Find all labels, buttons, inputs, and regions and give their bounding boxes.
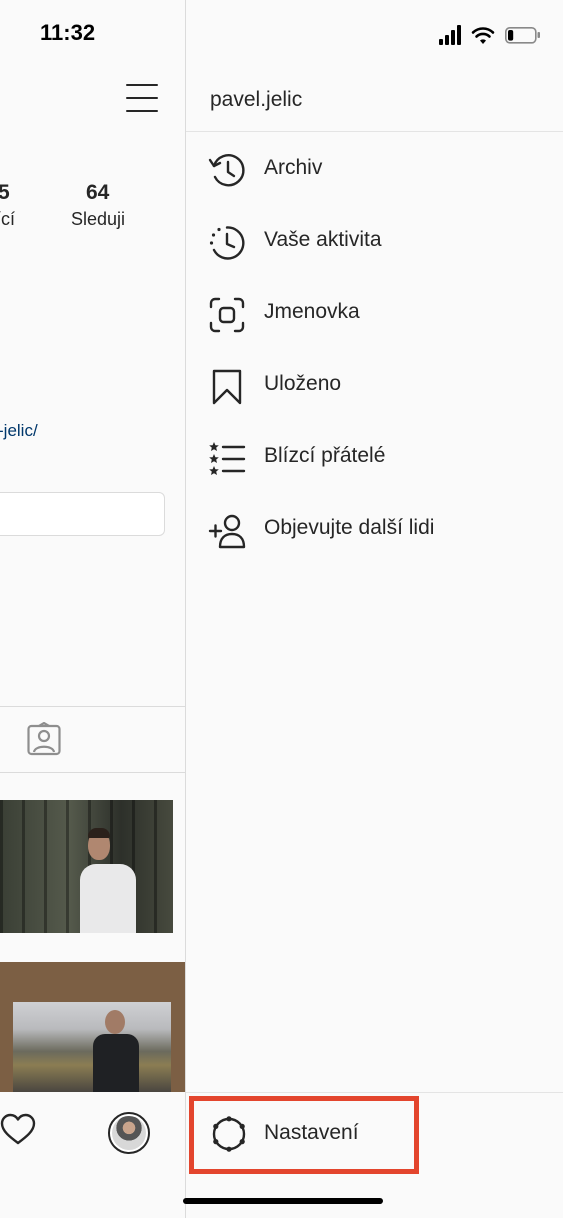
menu-item-label: Uloženo [264, 372, 342, 395]
menu-item-label: Blízcí přátelé [264, 444, 386, 467]
home-indicator [183, 1198, 383, 1204]
gear-icon [212, 1116, 246, 1152]
menu-item-discover-people[interactable]: Objevujte další lidi [186, 500, 563, 556]
profile-link[interactable]: -jelic/ [0, 421, 38, 441]
tabs-divider [0, 706, 185, 707]
tagged-photos-icon[interactable] [27, 722, 61, 756]
following-label[interactable]: Sleduji [71, 209, 125, 230]
bookmark-icon [212, 369, 242, 405]
edit-profile-button[interactable] [0, 492, 165, 536]
menu-item-archive[interactable]: Archiv [186, 140, 563, 196]
grid-photo[interactable] [0, 800, 173, 933]
status-time: 11:32 [40, 20, 96, 45]
archive-icon [208, 154, 245, 187]
status-icons [439, 25, 540, 45]
settings-label: Nastavení [264, 1121, 359, 1144]
drawer-divider-bottom [186, 1092, 563, 1093]
side-drawer: pavel.jelic Archiv Vaše aktivita Jmenovk… [186, 0, 563, 1218]
profile-avatar-tab[interactable] [108, 1112, 150, 1154]
menu-item-activity[interactable]: Vaše aktivita [186, 212, 563, 268]
add-person-icon [208, 514, 246, 549]
menu-item-label: Vaše aktivita [264, 228, 382, 251]
menu-item-nametag[interactable]: Jmenovka [186, 284, 563, 340]
heart-icon[interactable] [0, 1112, 36, 1148]
close-friends-icon [209, 442, 246, 475]
profile-underlay: 11:32 5 ící 64 Sleduji -jelic/ [0, 0, 186, 1218]
menu-item-close-friends[interactable]: Blízcí přátelé [186, 428, 563, 484]
avatar [112, 1116, 146, 1150]
signal-icon [439, 25, 461, 45]
nametag-icon [209, 297, 245, 333]
wifi-icon [471, 27, 495, 44]
battery-icon [505, 27, 540, 44]
following-count[interactable]: 64 [86, 181, 109, 205]
menu-item-saved[interactable]: Uloženo [186, 356, 563, 412]
followers-label[interactable]: ící [0, 209, 15, 230]
settings-button[interactable]: Nastavení [189, 1096, 419, 1174]
drawer-divider [186, 131, 563, 132]
hamburger-menu-icon[interactable] [126, 84, 160, 112]
drawer-username: pavel.jelic [210, 88, 303, 111]
menu-item-label: Objevujte další lidi [264, 516, 435, 539]
activity-icon [209, 226, 245, 260]
followers-count[interactable]: 5 [0, 181, 10, 205]
menu-item-label: Jmenovka [264, 300, 360, 323]
tabs-divider-bottom [0, 772, 185, 773]
menu-item-label: Archiv [264, 156, 323, 179]
grid-photo[interactable] [0, 962, 185, 1092]
